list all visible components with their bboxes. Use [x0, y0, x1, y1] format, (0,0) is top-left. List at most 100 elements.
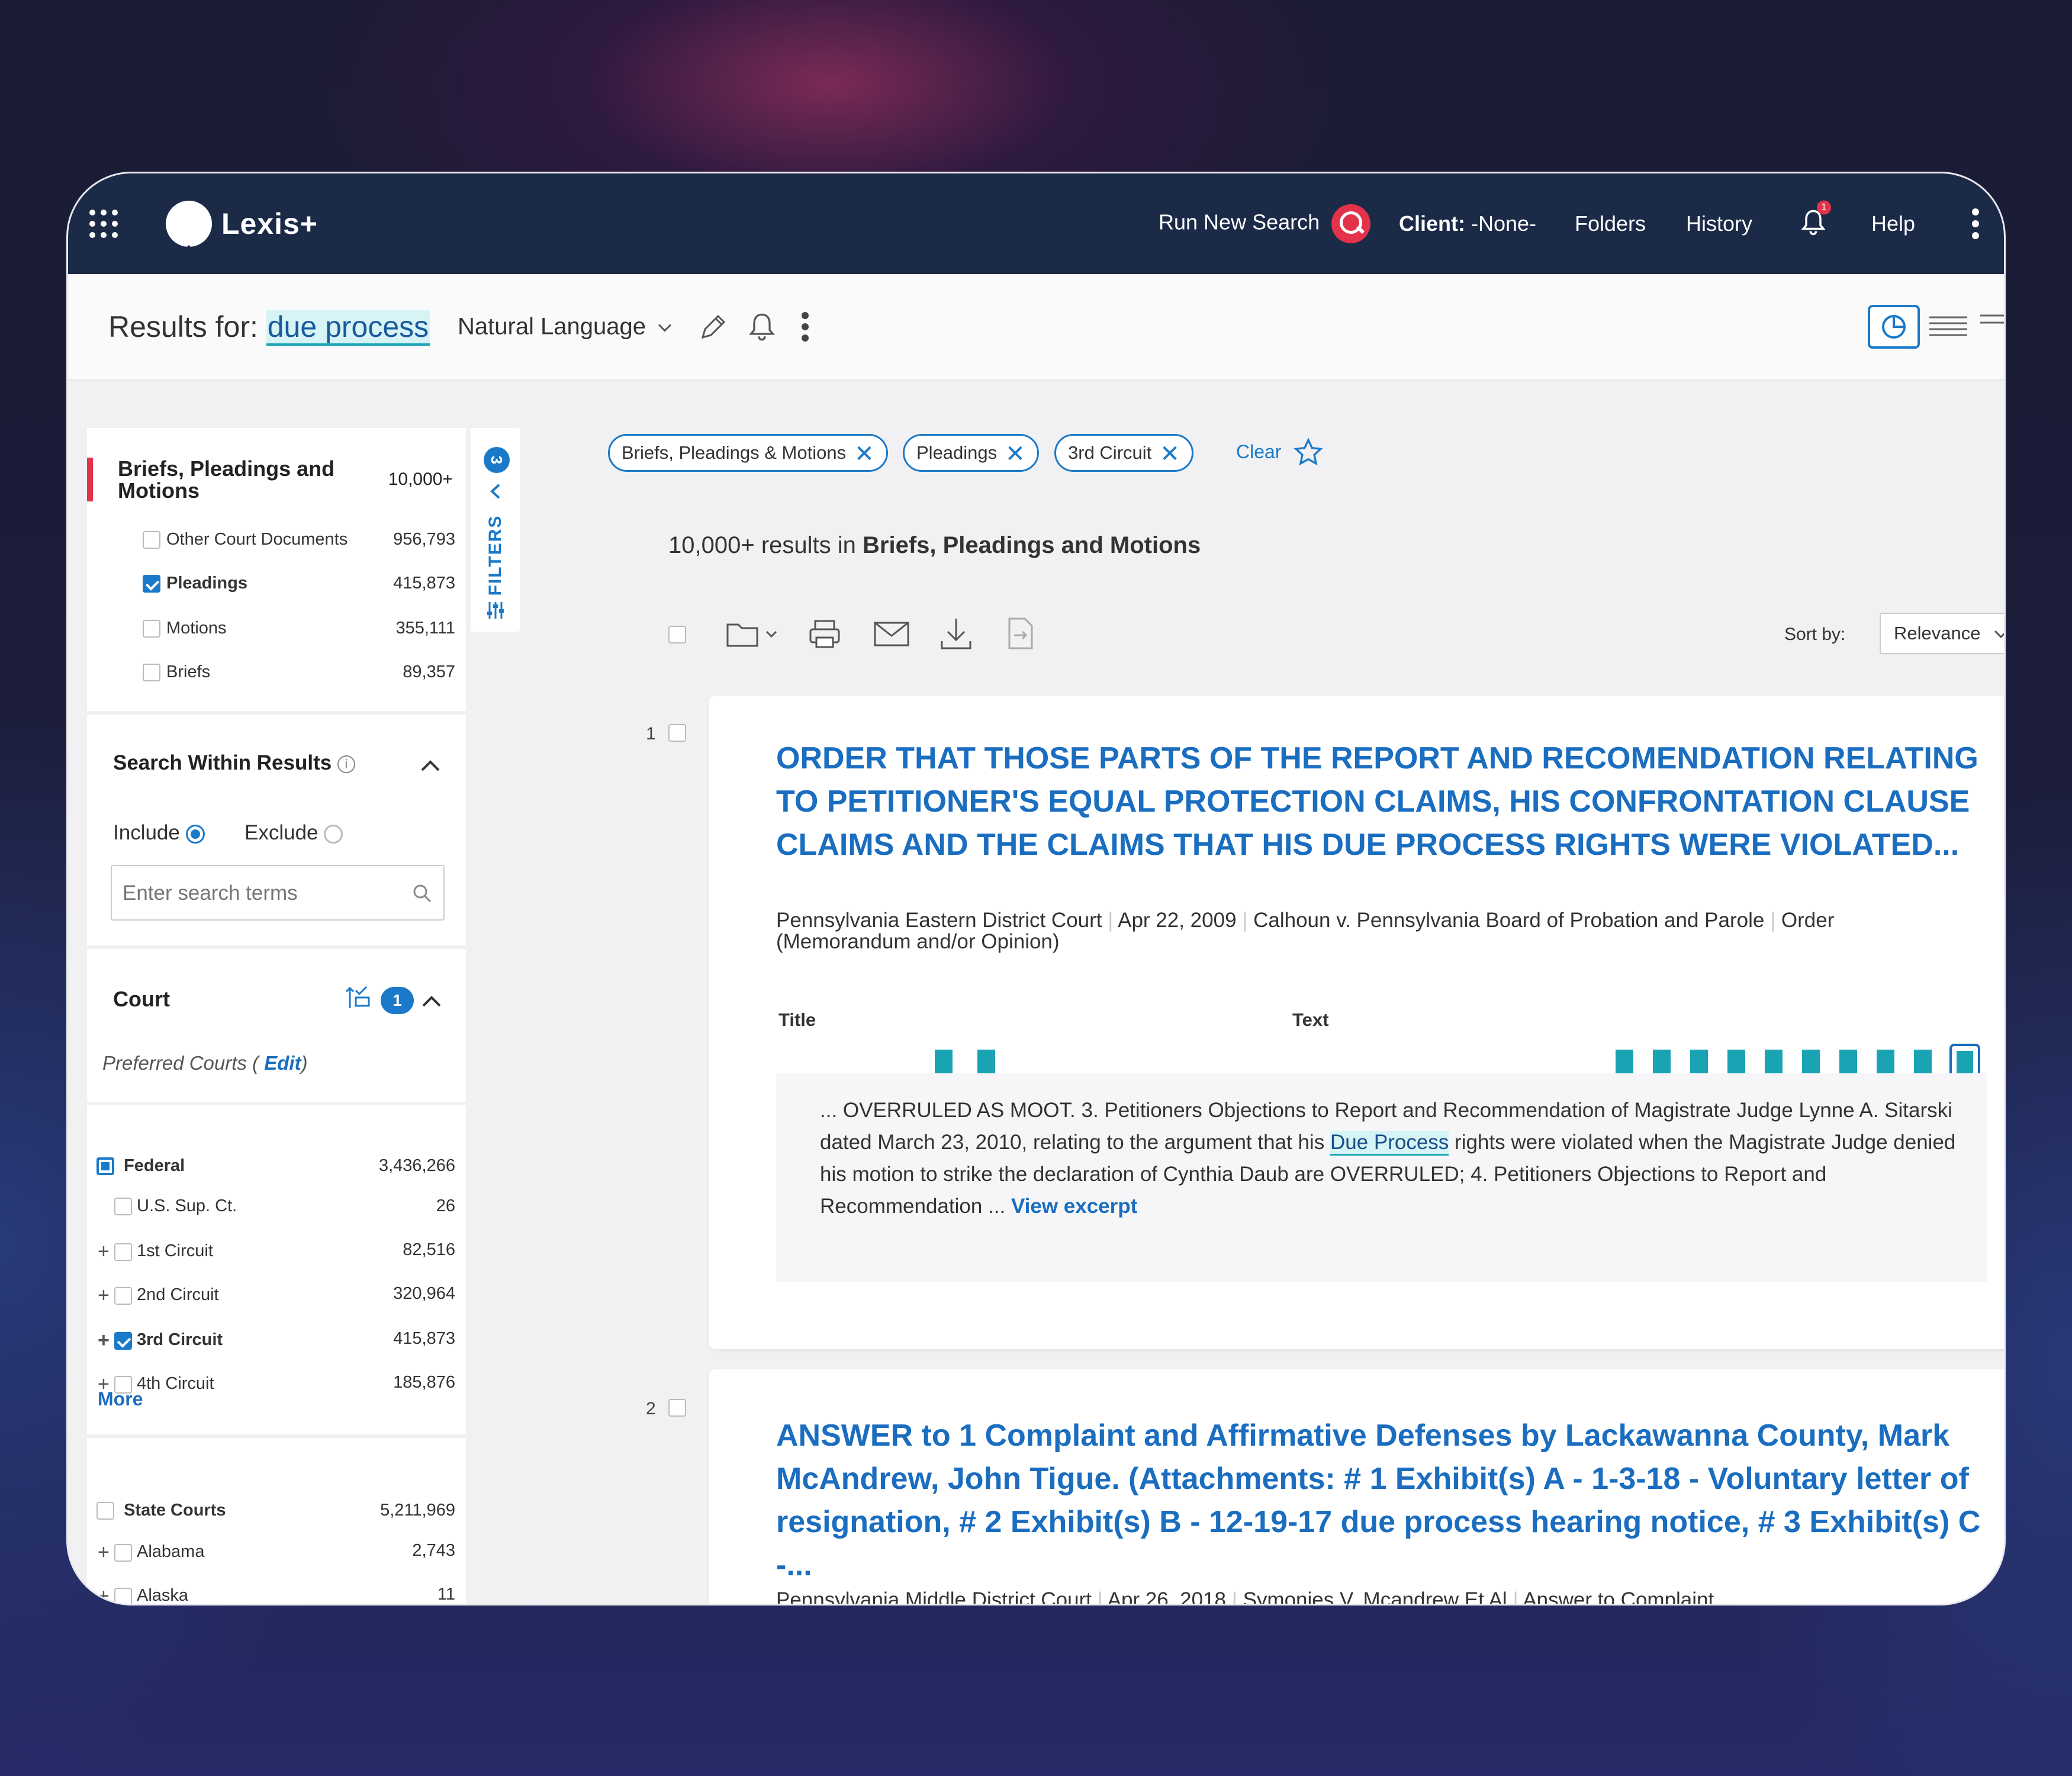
edit-pencil-icon[interactable]: [698, 311, 729, 342]
court-item-alaska[interactable]: + Alaska 11: [87, 1585, 466, 1604]
result-title-link[interactable]: ANSWER to 1 Complaint and Affirmative De…: [776, 1414, 1990, 1587]
result-checkbox[interactable]: [668, 724, 686, 742]
results-for-prefix: Results for:: [108, 310, 266, 343]
court-item-4th-circuit[interactable]: +4th Circuit 185,876: [87, 1373, 466, 1396]
doc-type-checkbox[interactable]: [143, 620, 160, 638]
sort-filter-icon[interactable]: [345, 984, 371, 1011]
court-item-u-s-sup-ct-[interactable]: U.S. Sup. Ct. 26: [87, 1196, 466, 1216]
chevron-up-icon[interactable]: [421, 994, 442, 1008]
doc-type-pleadings[interactable]: Pleadings 415,873: [87, 574, 466, 593]
filter-chip-pleadings[interactable]: Pleadings ✕: [903, 434, 1039, 472]
court-checkbox[interactable]: [114, 1331, 132, 1350]
help-link[interactable]: Help: [1871, 211, 1915, 236]
court-checkbox[interactable]: [114, 1587, 132, 1604]
court-item-1st-circuit[interactable]: +1st Circuit 82,516: [87, 1240, 466, 1263]
filters-collapse-tab[interactable]: 3 FILTERS: [471, 428, 520, 632]
folder-icon[interactable]: [725, 619, 781, 649]
results-more-icon[interactable]: [801, 312, 809, 342]
court-state[interactable]: State Courts 5,211,969: [87, 1501, 466, 1520]
hit-marker[interactable]: [1690, 1050, 1708, 1073]
alert-bell-icon[interactable]: [749, 312, 775, 342]
search-within-input[interactable]: [123, 877, 395, 910]
chevron-up-icon[interactable]: [420, 758, 441, 773]
court-item-2nd-circuit[interactable]: +2nd Circuit 320,964: [87, 1284, 466, 1307]
divider: [87, 711, 466, 715]
expand-plus-icon[interactable]: +: [98, 1541, 110, 1564]
compact-list-view-icon[interactable]: [1979, 312, 2006, 330]
hit-marker[interactable]: [1653, 1050, 1671, 1073]
court-checkbox[interactable]: [114, 1243, 132, 1261]
hit-marker[interactable]: [1727, 1050, 1745, 1073]
expand-plus-icon[interactable]: +: [98, 1329, 110, 1352]
expand-plus-icon[interactable]: +: [98, 1240, 110, 1263]
category-briefs-pleadings-motions[interactable]: Briefs, Pleadings and Motions 10,000+: [118, 458, 453, 501]
filter-chip-3rd-circuit[interactable]: 3rd Circuit ✕: [1054, 434, 1193, 472]
hit-marker[interactable]: [1914, 1050, 1932, 1073]
category-active-marker: [87, 458, 93, 501]
result-checkbox[interactable]: [668, 1399, 686, 1417]
include-label: Include: [113, 821, 180, 844]
hit-marker[interactable]: [1877, 1050, 1894, 1073]
include-radio-button: [185, 824, 205, 844]
term-hit-map[interactable]: ★: [776, 1044, 1987, 1101]
hit-marker[interactable]: [1839, 1050, 1857, 1073]
search-within-header[interactable]: Search Within Results i: [113, 751, 355, 775]
hit-marker[interactable]: [1765, 1050, 1783, 1073]
court-federal[interactable]: Federal 3,436,266: [87, 1156, 466, 1176]
include-radio[interactable]: Include: [113, 821, 205, 845]
more-menu-icon[interactable]: [1971, 208, 1980, 239]
hit-marker[interactable]: [935, 1050, 953, 1073]
email-icon[interactable]: [873, 621, 910, 647]
close-icon[interactable]: ✕: [1005, 441, 1025, 467]
sort-dropdown[interactable]: Relevance: [1880, 613, 2004, 654]
filter-chip-briefs-pleadings-motions[interactable]: Briefs, Pleadings & Motions ✕: [608, 434, 888, 472]
doc-type-checkbox[interactable]: [143, 664, 160, 682]
history-link[interactable]: History: [1686, 211, 1752, 236]
exclude-radio-button: [324, 824, 343, 844]
star-icon[interactable]: [1294, 437, 1323, 467]
print-icon[interactable]: [808, 619, 841, 649]
client-selector[interactable]: Client: -None-: [1399, 211, 1536, 236]
view-excerpt-link[interactable]: View excerpt: [1011, 1195, 1137, 1218]
exclude-radio[interactable]: Exclude: [244, 821, 343, 845]
hit-marker[interactable]: [977, 1050, 995, 1073]
more-courts-link[interactable]: More: [98, 1388, 143, 1410]
court-checkbox[interactable]: [114, 1543, 132, 1562]
snippet-text: ... OVERRULED AS MOOT. 3. Petitioners Ob…: [820, 1095, 1962, 1222]
court-header[interactable]: Court: [113, 987, 170, 1012]
download-icon[interactable]: [940, 616, 973, 651]
court-item-3rd-circuit[interactable]: +3rd Circuit 415,873: [87, 1329, 466, 1352]
state-courts-checkbox[interactable]: [96, 1502, 114, 1520]
close-icon[interactable]: ✕: [854, 441, 874, 467]
run-new-search-button[interactable]: Run New Search: [1159, 204, 1371, 243]
court-item-alabama[interactable]: + Alabama 2,743: [87, 1541, 466, 1564]
court-item-label: Alabama: [137, 1542, 205, 1562]
expand-plus-icon[interactable]: +: [98, 1284, 110, 1307]
export-document-icon[interactable]: [1007, 616, 1034, 651]
preferred-courts-edit-link[interactable]: Edit: [264, 1052, 301, 1074]
doc-type-motions[interactable]: Motions 355,111: [87, 619, 466, 638]
result-title-link[interactable]: ORDER THAT THOSE PARTS OF THE REPORT AND…: [776, 737, 1990, 867]
doc-type-checkbox[interactable]: [143, 575, 160, 593]
detailed-list-view-icon[interactable]: [1928, 314, 1968, 340]
court-checkbox[interactable]: [114, 1198, 132, 1216]
clear-filters-link[interactable]: Clear: [1236, 441, 1281, 463]
lexis-logo[interactable]: Lexis+: [166, 201, 318, 247]
select-all-checkbox[interactable]: [668, 626, 686, 644]
doc-type-count: 956,793: [393, 530, 455, 549]
doc-type-briefs[interactable]: Briefs 89,357: [87, 662, 466, 682]
doc-type-checkbox[interactable]: [143, 531, 160, 549]
hit-marker[interactable]: [1802, 1050, 1820, 1073]
search-icon[interactable]: [411, 883, 433, 904]
search-type-dropdown[interactable]: Natural Language: [458, 314, 673, 340]
notifications-button[interactable]: 1: [1801, 200, 1831, 239]
court-checkbox[interactable]: [114, 1286, 132, 1305]
close-icon[interactable]: ✕: [1160, 441, 1180, 467]
hit-marker[interactable]: [1616, 1050, 1633, 1073]
chart-view-toggle[interactable]: [1868, 305, 1920, 349]
federal-checkbox[interactable]: [96, 1157, 114, 1176]
folders-link[interactable]: Folders: [1575, 211, 1646, 236]
app-launcher-icon[interactable]: [89, 210, 118, 238]
doc-type-other-court-documents[interactable]: Other Court Documents 956,793: [87, 530, 466, 549]
expand-plus-icon[interactable]: +: [98, 1585, 110, 1604]
